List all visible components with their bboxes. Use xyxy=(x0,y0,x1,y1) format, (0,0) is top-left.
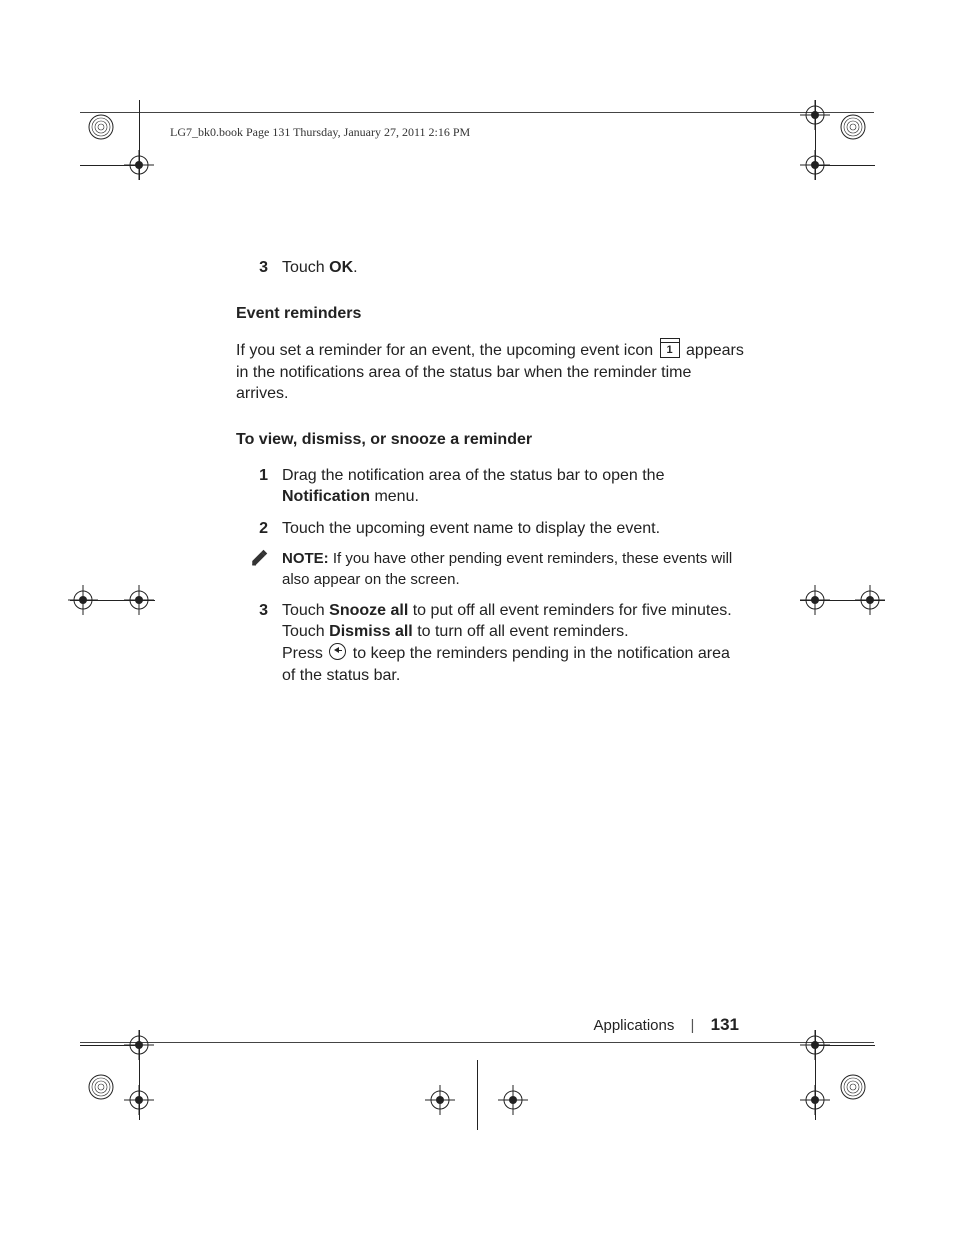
bold-dismiss-all: Dismiss all xyxy=(329,623,413,640)
step-1: 1 Drag the notification area of the stat… xyxy=(236,465,746,508)
text: to turn off all event reminders. xyxy=(413,623,629,640)
bottom-rule xyxy=(80,1042,874,1043)
crop-line xyxy=(477,1060,478,1130)
icon-number: 1 xyxy=(661,343,679,358)
step-2: 2 Touch the upcoming event name to displ… xyxy=(236,518,746,540)
bold-ok: OK xyxy=(329,259,353,276)
crop-line xyxy=(815,165,875,166)
registration-spiro-icon xyxy=(838,112,868,142)
footer-section: Applications xyxy=(593,1017,674,1034)
text: If you have other pending event reminder… xyxy=(282,550,732,587)
note-label: NOTE: xyxy=(282,550,329,567)
step-number: 3 xyxy=(236,257,282,279)
step-text: Touch Snooze all to put off all event re… xyxy=(282,600,746,686)
page-content: 3 Touch OK. Event reminders If you set a… xyxy=(236,257,746,696)
crop-line xyxy=(815,100,816,180)
text: to keep the reminders pending in the not… xyxy=(282,645,730,684)
registration-spiro-icon xyxy=(838,1072,868,1102)
registration-mark-icon xyxy=(425,1085,455,1115)
calendar-event-icon: 1 xyxy=(660,338,680,358)
heading-event-reminders: Event reminders xyxy=(236,303,746,325)
step-text: Touch the upcoming event name to display… xyxy=(282,518,746,540)
text: If you set a reminder for an event, the … xyxy=(236,342,658,359)
text: Touch xyxy=(282,259,329,276)
registration-spiro-icon xyxy=(86,1072,116,1102)
step-number: 2 xyxy=(236,518,282,540)
text: Touch xyxy=(282,602,329,619)
note-row: NOTE: If you have other pending event re… xyxy=(236,549,746,590)
step-number: 3 xyxy=(236,600,282,686)
text: Touch xyxy=(282,623,329,640)
text: menu. xyxy=(370,488,419,505)
footer-separator: | xyxy=(691,1017,695,1034)
paragraph: If you set a reminder for an event, the … xyxy=(236,338,746,405)
note-text: NOTE: If you have other pending event re… xyxy=(282,549,746,590)
crop-line xyxy=(800,600,885,601)
registration-spiro-icon xyxy=(86,112,116,142)
crop-line xyxy=(815,1030,816,1120)
text: to put off all event reminders for five … xyxy=(408,602,731,619)
bold-notification: Notification xyxy=(282,488,370,505)
top-rule xyxy=(80,112,874,113)
page-number: 131 xyxy=(711,1015,739,1034)
bold-snooze-all: Snooze all xyxy=(329,602,408,619)
step-3: 3 Touch Snooze all to put off all event … xyxy=(236,600,746,686)
heading-view-dismiss-snooze: To view, dismiss, or snooze a reminder xyxy=(236,429,746,451)
crop-line xyxy=(80,165,140,166)
step-number: 1 xyxy=(236,465,282,508)
step-text: Touch OK. xyxy=(282,257,746,279)
header-path: LG7_bk0.book Page 131 Thursday, January … xyxy=(170,125,470,140)
step-text: Drag the notification area of the status… xyxy=(282,465,746,508)
crop-line xyxy=(80,1045,140,1046)
text: Drag the notification area of the status… xyxy=(282,467,664,484)
text: . xyxy=(353,259,357,276)
note-pencil-icon xyxy=(236,549,282,590)
crop-line xyxy=(815,1045,875,1046)
back-button-icon xyxy=(329,643,346,660)
text: Press xyxy=(282,645,327,662)
crop-line xyxy=(70,600,155,601)
step-3-ok: 3 Touch OK. xyxy=(236,257,746,279)
registration-mark-icon xyxy=(498,1085,528,1115)
